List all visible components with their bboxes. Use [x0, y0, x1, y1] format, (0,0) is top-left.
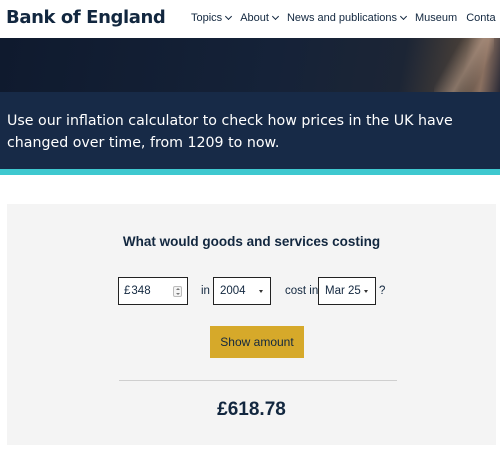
result-divider [119, 380, 397, 381]
nav-news-and-publications[interactable]: News and publications [286, 12, 408, 24]
nav-news-label: News and publications [286, 12, 398, 24]
cost-in-label: cost in [285, 285, 319, 297]
amount-stepper-icon[interactable] [173, 286, 182, 297]
currency-symbol: £ [124, 285, 131, 297]
hero-banner: Use our inflation calculator to check ho… [0, 92, 500, 169]
target-date-value: Mar 25 [325, 285, 361, 297]
accent-divider [0, 169, 500, 175]
target-date-select[interactable]: Mar 25 [318, 277, 376, 305]
show-amount-button[interactable]: Show amount [210, 326, 304, 358]
nav-contact[interactable]: Conta [466, 12, 495, 24]
nav-about[interactable]: About [240, 12, 279, 24]
amount-value: 348 [131, 285, 151, 297]
calculator-title: What would goods and services costing [122, 234, 381, 249]
nav-about-label: About [240, 12, 269, 24]
caret-down-icon [259, 290, 263, 293]
caret-down-icon [364, 290, 368, 293]
nav-topics[interactable]: Topics [191, 12, 233, 24]
hero-image-highlight [434, 38, 494, 92]
year-select[interactable]: 2004 [213, 277, 271, 305]
main-nav: Topics About News and publications Museu… [191, 12, 500, 24]
in-label: in [201, 285, 210, 297]
calculator-inputs-row: £ 348 in 2004 cost in Mar 25 ? [7, 277, 496, 305]
bank-of-england-logo[interactable]: Bank of England [6, 7, 166, 28]
year-value: 2004 [220, 285, 246, 297]
result-amount: £618.78 [217, 399, 286, 420]
chevron-down-icon [399, 12, 408, 21]
hero-description: Use our inflation calculator to check ho… [7, 113, 453, 151]
amount-input[interactable]: £ 348 [118, 277, 188, 305]
hero-image [0, 38, 500, 92]
question-mark: ? [379, 285, 386, 297]
nav-museum[interactable]: Museum [415, 12, 457, 24]
inflation-calculator: What would goods and services costing £ … [7, 204, 496, 445]
chevron-down-icon [271, 12, 279, 21]
site-header: Bank of England Topics About News and pu… [0, 0, 500, 38]
nav-museum-label: Museum [415, 12, 458, 24]
nav-topics-label: Topics [191, 12, 223, 24]
nav-contact-label: Conta [466, 12, 496, 24]
chevron-down-icon [225, 12, 233, 21]
